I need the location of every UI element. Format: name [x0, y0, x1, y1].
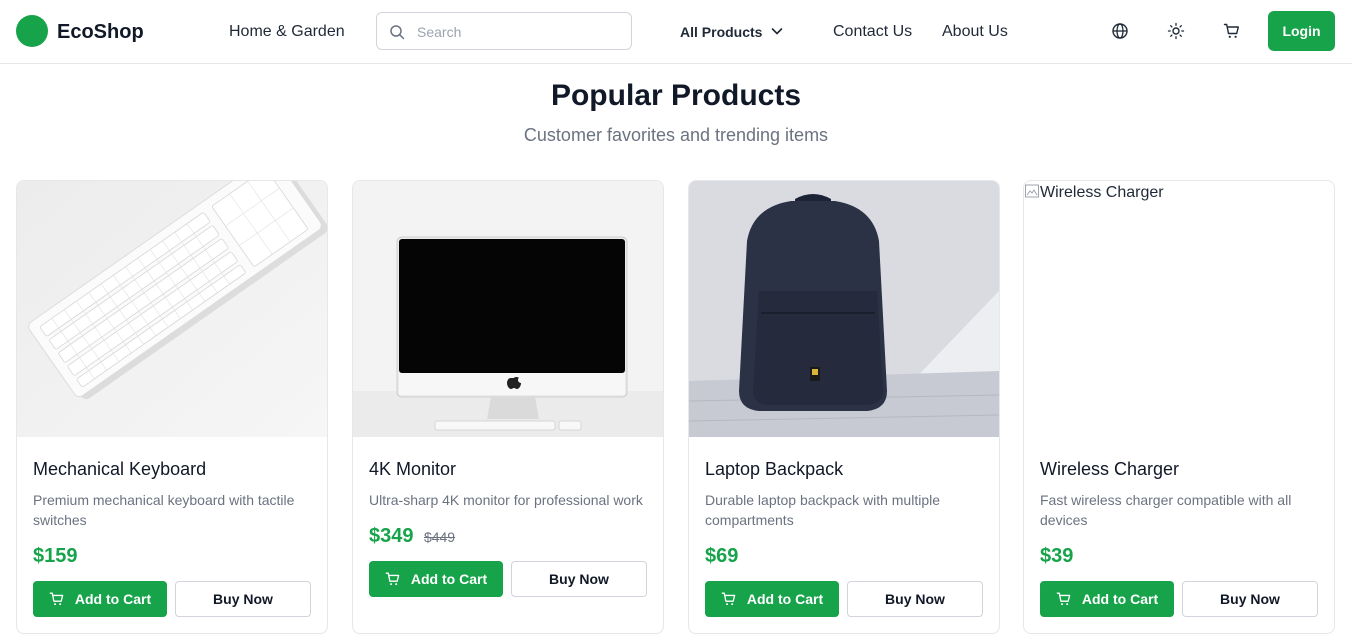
add-to-cart-button[interactable]: Add to Cart	[705, 581, 839, 617]
logo-icon[interactable]	[16, 15, 48, 47]
product-name[interactable]: 4K Monitor	[369, 457, 456, 481]
buy-now-button[interactable]: Buy Now	[511, 561, 647, 597]
product-card-charger[interactable]: Wireless Charger Wireless Charger Fast w…	[1023, 180, 1335, 634]
broken-image-icon	[1025, 184, 1039, 198]
top-navbar: EcoShop Home & Garden All Products Conta…	[0, 0, 1352, 64]
price-row: $349 $449	[369, 523, 455, 551]
product-name[interactable]: Mechanical Keyboard	[33, 457, 206, 481]
product-description: Ultra-sharp 4K monitor for professional …	[369, 492, 643, 508]
buy-now-button[interactable]: Buy Now	[1182, 581, 1318, 617]
product-description: Fast wireless charger compatible with al…	[1040, 492, 1292, 528]
login-button[interactable]: Login	[1268, 11, 1335, 51]
cart-icon	[721, 592, 736, 606]
price-row: $69	[705, 543, 738, 571]
cart-icon	[385, 572, 400, 586]
product-price: $69	[705, 545, 739, 567]
globe-icon[interactable]	[1111, 22, 1129, 40]
original-price: $449	[423, 529, 456, 545]
product-name[interactable]: Wireless Charger	[1040, 457, 1179, 481]
add-to-cart-label: Add to Cart	[746, 591, 824, 607]
add-to-cart-button[interactable]: Add to Cart	[369, 561, 503, 597]
broken-image-placeholder: Wireless Charger	[1024, 183, 1164, 202]
section-subtitle: Customer favorites and trending items	[523, 125, 829, 145]
product-description: Premium mechanical keyboard with tactile…	[33, 492, 295, 528]
price-row: $159	[33, 543, 78, 571]
add-to-cart-button[interactable]: Add to Cart	[1040, 581, 1174, 617]
search-input[interactable]	[417, 21, 617, 43]
product-price: $159	[33, 545, 78, 567]
price-row: $39	[1040, 543, 1073, 571]
brand-name[interactable]: EcoShop	[57, 20, 144, 44]
search-box[interactable]	[376, 12, 632, 50]
add-to-cart-button[interactable]: Add to Cart	[33, 581, 167, 617]
keyboard-image[interactable]	[17, 181, 327, 437]
product-price: $39	[1040, 545, 1074, 567]
product-description: Durable laptop backpack with multiple co…	[705, 492, 941, 528]
add-to-cart-label: Add to Cart	[1081, 591, 1159, 607]
cart-icon	[1056, 592, 1071, 606]
charger-image[interactable]: Wireless Charger	[1024, 181, 1334, 437]
nav-home-garden[interactable]: Home & Garden	[229, 22, 345, 42]
buy-now-button[interactable]: Buy Now	[847, 581, 983, 617]
nav-contact-us[interactable]: Contact Us	[833, 22, 912, 42]
product-card-monitor[interactable]: 4K Monitor Ultra-sharp 4K monitor for pr…	[352, 180, 664, 634]
monitor-image[interactable]	[353, 181, 663, 437]
section-title: Popular Products	[550, 79, 802, 112]
nav-about-us[interactable]: About Us	[942, 22, 1008, 42]
search-icon	[390, 25, 405, 40]
product-name[interactable]: Laptop Backpack	[705, 457, 843, 481]
product-price: $349	[369, 525, 414, 547]
backpack-image[interactable]	[689, 181, 999, 437]
cart-icon[interactable]	[1223, 22, 1241, 40]
add-to-cart-label: Add to Cart	[410, 571, 488, 587]
product-card-keyboard[interactable]: Mechanical Keyboard Premium mechanical k…	[16, 180, 328, 634]
all-products-dropdown[interactable]: All Products	[680, 22, 762, 42]
chevron-down-icon[interactable]	[770, 24, 784, 38]
image-alt-text: Wireless Charger	[1040, 184, 1164, 201]
sun-icon[interactable]	[1167, 22, 1185, 40]
buy-now-button[interactable]: Buy Now	[175, 581, 311, 617]
cart-icon	[49, 592, 64, 606]
add-to-cart-label: Add to Cart	[74, 591, 152, 607]
product-card-backpack[interactable]: Laptop Backpack Durable laptop backpack …	[688, 180, 1000, 634]
